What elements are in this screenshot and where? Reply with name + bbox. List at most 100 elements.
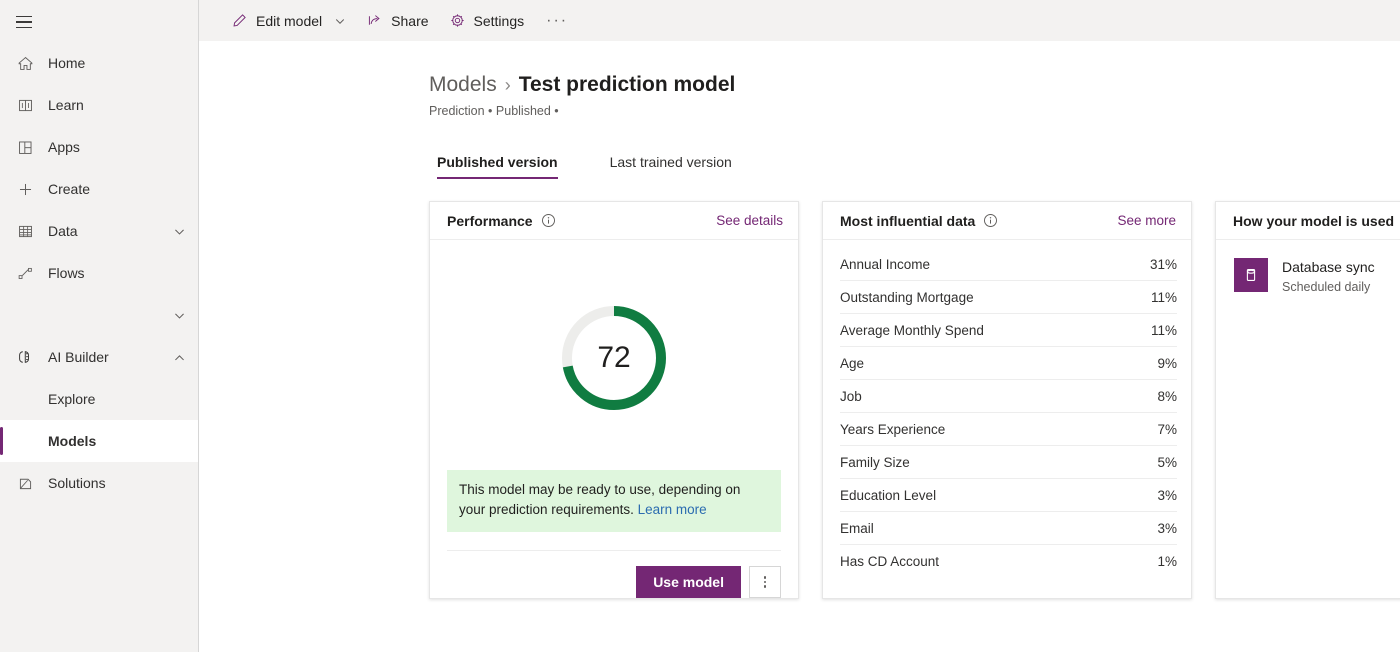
influence-value: 9%	[1157, 356, 1177, 371]
cards-row: Performance See details 72	[429, 201, 1400, 599]
overflow-menu-button[interactable]: ···	[534, 0, 580, 41]
list-item[interactable]: Database sync Scheduled daily	[1234, 258, 1400, 294]
table-row: Average Monthly Spend 11%	[840, 314, 1177, 347]
sidebar-item-label: Data	[48, 223, 166, 239]
chevron-down-icon[interactable]	[166, 305, 192, 325]
tab-last-trained-version[interactable]: Last trained version	[602, 148, 746, 179]
influence-name: Age	[840, 356, 864, 371]
sidebar-item-solutions[interactable]: Solutions	[0, 462, 198, 504]
sidebar-nav: Home Learn Apps Create	[0, 42, 198, 504]
main-area: Edit model Share Se	[199, 0, 1400, 652]
apps-icon	[14, 137, 36, 157]
table-icon	[14, 221, 36, 241]
dot-icon	[764, 585, 767, 588]
plus-icon	[14, 179, 36, 199]
performance-card: Performance See details 72	[429, 201, 799, 599]
influence-value: 31%	[1150, 257, 1177, 272]
influence-name: Average Monthly Spend	[840, 323, 984, 338]
influence-value: 3%	[1157, 488, 1177, 503]
influential-data-card: Most influential data See more Annual In…	[822, 201, 1192, 599]
sidebar: Home Learn Apps Create	[0, 0, 199, 652]
usage-title: How your model is used	[1233, 213, 1394, 229]
influence-name: Family Size	[840, 455, 910, 470]
influence-value: 11%	[1151, 290, 1177, 305]
performance-actions: Use model	[447, 550, 781, 598]
more-options-button[interactable]	[749, 566, 781, 598]
sidebar-item-label: AI Builder	[48, 349, 166, 365]
influential-list: Annual Income 31% Outstanding Mortgage 1…	[823, 240, 1191, 578]
sidebar-item-models[interactable]: Models	[0, 420, 198, 462]
influence-name: Education Level	[840, 488, 936, 503]
score-donut-chart: 72	[559, 303, 669, 413]
page-content: Models › Test prediction model Predictio…	[199, 41, 1400, 599]
score-value: 72	[559, 303, 669, 413]
share-icon	[366, 12, 383, 29]
sidebar-item-label: Home	[48, 55, 198, 71]
breadcrumb: Models › Test prediction model	[429, 41, 1400, 97]
performance-message: This model may be ready to use, dependin…	[447, 470, 781, 532]
edit-model-button[interactable]: Edit model	[221, 0, 356, 41]
usage-item-schedule: Scheduled daily	[1282, 280, 1375, 294]
performance-card-header: Performance See details	[430, 202, 798, 240]
ai-builder-icon	[14, 347, 36, 367]
sidebar-item-explore[interactable]: Explore	[0, 378, 198, 420]
page-subtitle: Prediction • Published •	[429, 104, 1400, 118]
info-icon[interactable]	[983, 213, 998, 228]
performance-gauge: 72	[430, 240, 798, 470]
learn-more-link[interactable]: Learn more	[638, 502, 707, 517]
sidebar-item-create[interactable]: Create	[0, 168, 198, 210]
model-usage-card: How your model is used Database	[1215, 201, 1400, 599]
sidebar-item-flows[interactable]: Flows	[0, 252, 198, 294]
table-row: Has CD Account 1%	[840, 545, 1177, 578]
tab-published-version[interactable]: Published version	[429, 148, 572, 179]
see-details-link[interactable]: See details	[716, 213, 783, 228]
influence-name: Job	[840, 389, 862, 404]
chevron-up-icon[interactable]	[166, 347, 192, 367]
sidebar-item-label: Flows	[48, 265, 198, 281]
sidebar-item-ai-builder[interactable]: AI Builder	[0, 336, 198, 378]
home-icon	[14, 53, 36, 73]
chevron-down-icon[interactable]	[334, 15, 346, 27]
flows-icon	[14, 263, 36, 283]
usage-card-header: How your model is used	[1216, 202, 1400, 240]
influence-value: 7%	[1157, 422, 1177, 437]
see-more-link[interactable]: See more	[1117, 213, 1176, 228]
sidebar-item-collapsed-group[interactable]	[0, 294, 198, 336]
usage-item-text: Database sync Scheduled daily	[1282, 258, 1375, 294]
influence-value: 8%	[1157, 389, 1177, 404]
influence-value: 11%	[1151, 323, 1177, 338]
share-label: Share	[391, 13, 428, 29]
sidebar-item-label: Learn	[48, 97, 198, 113]
pencil-icon	[231, 12, 248, 29]
solutions-icon	[14, 473, 36, 493]
influence-name: Years Experience	[840, 422, 945, 437]
settings-label: Settings	[474, 13, 525, 29]
sidebar-item-learn[interactable]: Learn	[0, 84, 198, 126]
chevron-down-icon[interactable]	[166, 221, 192, 241]
sidebar-item-data[interactable]: Data	[0, 210, 198, 252]
settings-button[interactable]: Settings	[439, 0, 535, 41]
influence-value: 1%	[1157, 554, 1177, 569]
dot-icon	[764, 581, 767, 584]
share-button[interactable]: Share	[356, 0, 438, 41]
app-root: Home Learn Apps Create	[0, 0, 1400, 652]
sidebar-item-label: Apps	[48, 139, 198, 155]
table-row: Family Size 5%	[840, 446, 1177, 479]
book-icon	[14, 95, 36, 115]
table-row: Outstanding Mortgage 11%	[840, 281, 1177, 314]
influence-name: Annual Income	[840, 257, 930, 272]
sidebar-item-label: Explore	[48, 391, 198, 407]
hamburger-icon[interactable]	[12, 2, 52, 42]
info-icon[interactable]	[541, 213, 556, 228]
table-row: Email 3%	[840, 512, 1177, 545]
performance-title: Performance	[447, 213, 533, 229]
usage-item-name: Database sync	[1282, 259, 1375, 275]
use-model-button[interactable]: Use model	[636, 566, 741, 598]
gear-icon	[449, 12, 466, 29]
breadcrumb-parent-link[interactable]: Models	[429, 73, 497, 97]
database-icon	[1234, 258, 1268, 292]
sidebar-item-apps[interactable]: Apps	[0, 126, 198, 168]
influence-value: 5%	[1157, 455, 1177, 470]
sidebar-item-home[interactable]: Home	[0, 42, 198, 84]
influence-name: Outstanding Mortgage	[840, 290, 974, 305]
